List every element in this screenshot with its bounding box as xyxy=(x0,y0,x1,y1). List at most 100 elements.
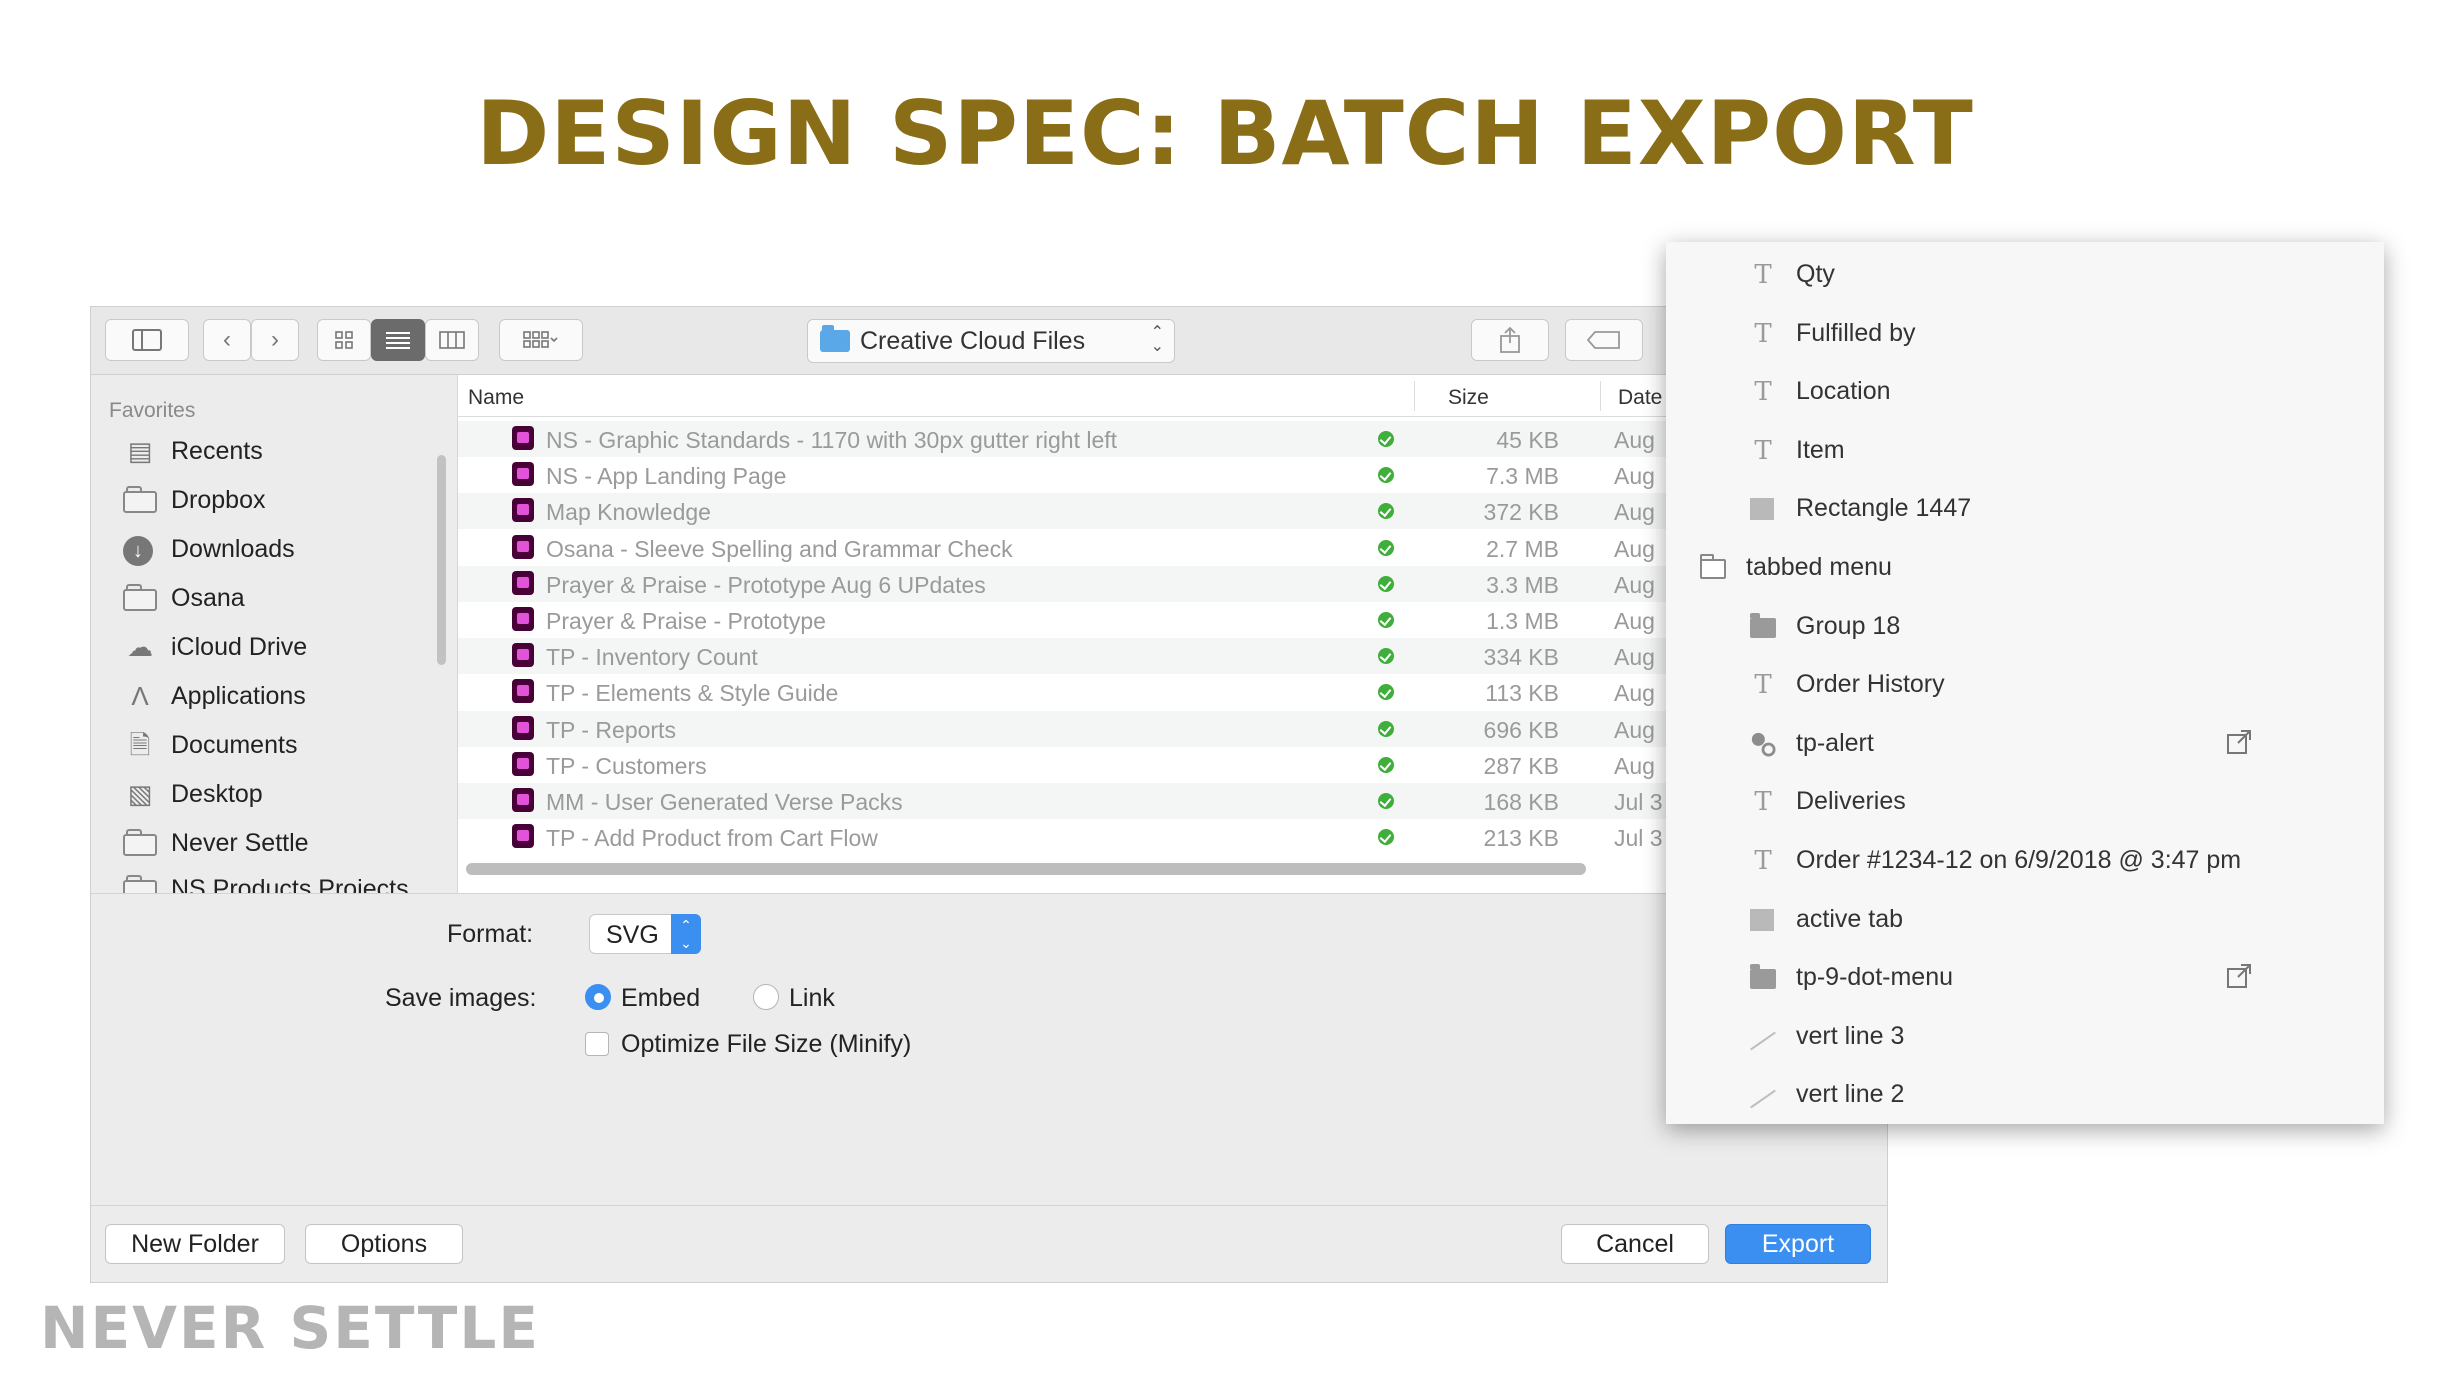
rectangle-icon xyxy=(1750,498,1774,521)
sidebar-item-dropbox[interactable]: Dropbox xyxy=(123,480,266,520)
xd-file-icon xyxy=(512,715,534,740)
icon-view-button[interactable] xyxy=(317,319,371,361)
file-size: 45 KB xyxy=(1496,427,1559,453)
file-size: 3.3 MB xyxy=(1486,571,1559,598)
tag-icon xyxy=(1587,331,1620,349)
downloads-icon: ↓ xyxy=(123,536,157,566)
export-button[interactable]: Export xyxy=(1725,1224,1871,1264)
new-folder-button[interactable]: New Folder xyxy=(105,1224,285,1264)
sidebar-item-icloud-drive[interactable]: ☁ iCloud Drive xyxy=(123,627,307,667)
sidebar-item-applications[interactable]: Λ Applications xyxy=(123,676,306,716)
list-icon xyxy=(386,332,410,349)
external-link-icon[interactable] xyxy=(2226,729,2252,755)
file-name: MM - User Generated Verse Packs xyxy=(546,789,903,815)
layer-row[interactable]: T Order History xyxy=(1666,656,2384,714)
applications-icon: Λ xyxy=(131,681,149,711)
tag-button[interactable] xyxy=(1565,319,1643,361)
cancel-button[interactable]: Cancel xyxy=(1561,1224,1709,1264)
link-radio[interactable] xyxy=(753,984,779,1010)
save-images-label: Save images: xyxy=(385,984,537,1012)
file-date: Aug xyxy=(1614,535,1655,562)
share-button[interactable] xyxy=(1471,319,1549,361)
layer-row[interactable]: T Item xyxy=(1666,422,2384,480)
folder-icon xyxy=(123,875,157,893)
link-label: Link xyxy=(789,984,835,1012)
column-header-size[interactable]: Size xyxy=(1448,386,1489,410)
share-icon xyxy=(1500,327,1520,353)
sidebar-toggle-button[interactable] xyxy=(105,319,189,361)
file-date: Aug xyxy=(1614,463,1655,490)
file-name: TP - Add Product from Cart Flow xyxy=(546,825,878,852)
rectangle-icon xyxy=(1750,908,1774,931)
horizontal-scrollbar[interactable] xyxy=(466,863,1586,875)
synced-check-icon xyxy=(1378,539,1394,556)
sidebar-item-desktop[interactable]: ▧ Desktop xyxy=(123,774,263,814)
layer-label: Location xyxy=(1796,377,1891,406)
synced-check-icon xyxy=(1378,612,1394,628)
column-view-button[interactable] xyxy=(425,319,479,361)
layer-row[interactable]: vert line 3 xyxy=(1666,1008,2384,1066)
file-date: Aug xyxy=(1614,571,1655,598)
synced-check-icon xyxy=(1378,684,1394,701)
layer-row[interactable]: T Deliveries xyxy=(1666,773,2384,831)
sidebar-scrollbar[interactable] xyxy=(437,455,446,665)
export-dialog: ‹ › Creative Cloud Files ⌃⌄ Favorites ▤ xyxy=(90,306,1888,1283)
synced-check-icon xyxy=(1378,829,1394,846)
options-button[interactable]: Options xyxy=(305,1224,463,1264)
external-link-icon[interactable] xyxy=(2226,963,2252,989)
layer-label: Qty xyxy=(1796,260,1835,288)
sidebar-item-documents[interactable]: 🗎 Documents xyxy=(123,725,298,765)
layer-row[interactable]: T Fulfilled by xyxy=(1666,305,2384,363)
desktop-icon: ▧ xyxy=(127,779,153,809)
layer-row[interactable]: Group 18 xyxy=(1666,598,2384,656)
recents-icon: ▤ xyxy=(127,436,153,466)
line-icon xyxy=(1750,1089,1776,1109)
column-header-date[interactable]: Date xyxy=(1618,386,1662,410)
layer-row[interactable]: T Order #1234-12 on 6/9/2018 @ 3:47 pm xyxy=(1666,832,2384,890)
embed-label: Embed xyxy=(621,984,701,1012)
location-select[interactable]: Creative Cloud Files ⌃ ⌄ xyxy=(807,319,1175,363)
layer-row[interactable]: tabbed menu xyxy=(1666,539,2384,597)
file-size: 1.3 MB xyxy=(1486,608,1559,634)
file-size: 113 KB xyxy=(1485,680,1559,707)
file-name: NS - App Landing Page xyxy=(546,463,787,490)
sidebar-item-recents[interactable]: ▤ Recents xyxy=(123,431,263,471)
file-name: Osana - Sleeve Spelling and Grammar Chec… xyxy=(546,535,1013,562)
minify-checkbox[interactable] xyxy=(585,1032,609,1056)
layer-label: tp-9-dot-menu xyxy=(1796,963,1954,992)
format-select[interactable]: SVG ⌃ ⌄ xyxy=(589,914,701,954)
back-button[interactable]: ‹ xyxy=(203,319,251,361)
layer-label: Order #1234-12 on 6/9/2018 @ 3:47 pm xyxy=(1796,846,2242,874)
sidebar-item-label: Documents xyxy=(171,730,298,759)
sidebar-item-ns-products-projects[interactable]: NS Products Projects xyxy=(123,869,409,893)
sidebar-item-label: Osana xyxy=(171,583,245,612)
file-name: TP - Inventory Count xyxy=(546,644,758,671)
file-date: Jul 3 xyxy=(1614,825,1663,852)
column-header-name[interactable]: Name xyxy=(468,386,524,410)
layer-row[interactable]: vert line 2 xyxy=(1666,1066,2384,1124)
xd-file-icon xyxy=(512,498,534,523)
sidebar-item-downloads[interactable]: ↓ Downloads xyxy=(123,529,295,569)
sidebar-item-osana[interactable]: Osana xyxy=(123,578,245,618)
cloud-icon: ☁ xyxy=(127,632,153,662)
columns-icon xyxy=(439,331,465,349)
sidebar-item-never-settle[interactable]: Never Settle xyxy=(123,823,309,863)
folder-icon xyxy=(123,486,157,513)
file-size: 7.3 MB xyxy=(1486,463,1559,490)
xd-file-icon xyxy=(512,824,534,849)
layer-row[interactable]: tp-9-dot-menu xyxy=(1666,949,2384,1007)
embed-radio[interactable] xyxy=(585,984,611,1010)
forward-button[interactable]: › xyxy=(251,319,299,361)
layer-row[interactable]: Rectangle 1447 xyxy=(1666,480,2384,538)
sidebar-item-label: iCloud Drive xyxy=(171,632,308,661)
file-size: 2.7 MB xyxy=(1486,535,1559,562)
layer-row[interactable]: T Qty xyxy=(1666,246,2384,304)
layer-row[interactable]: active tab xyxy=(1666,891,2384,949)
layer-row[interactable]: tp-alert xyxy=(1666,715,2384,773)
xd-file-icon xyxy=(512,462,534,487)
list-view-button[interactable] xyxy=(371,319,425,361)
layer-row[interactable]: T Location xyxy=(1666,363,2384,421)
sidebar-item-label: Dropbox xyxy=(171,485,266,514)
layer-label: tabbed menu xyxy=(1746,553,1892,581)
group-by-button[interactable] xyxy=(499,319,583,361)
